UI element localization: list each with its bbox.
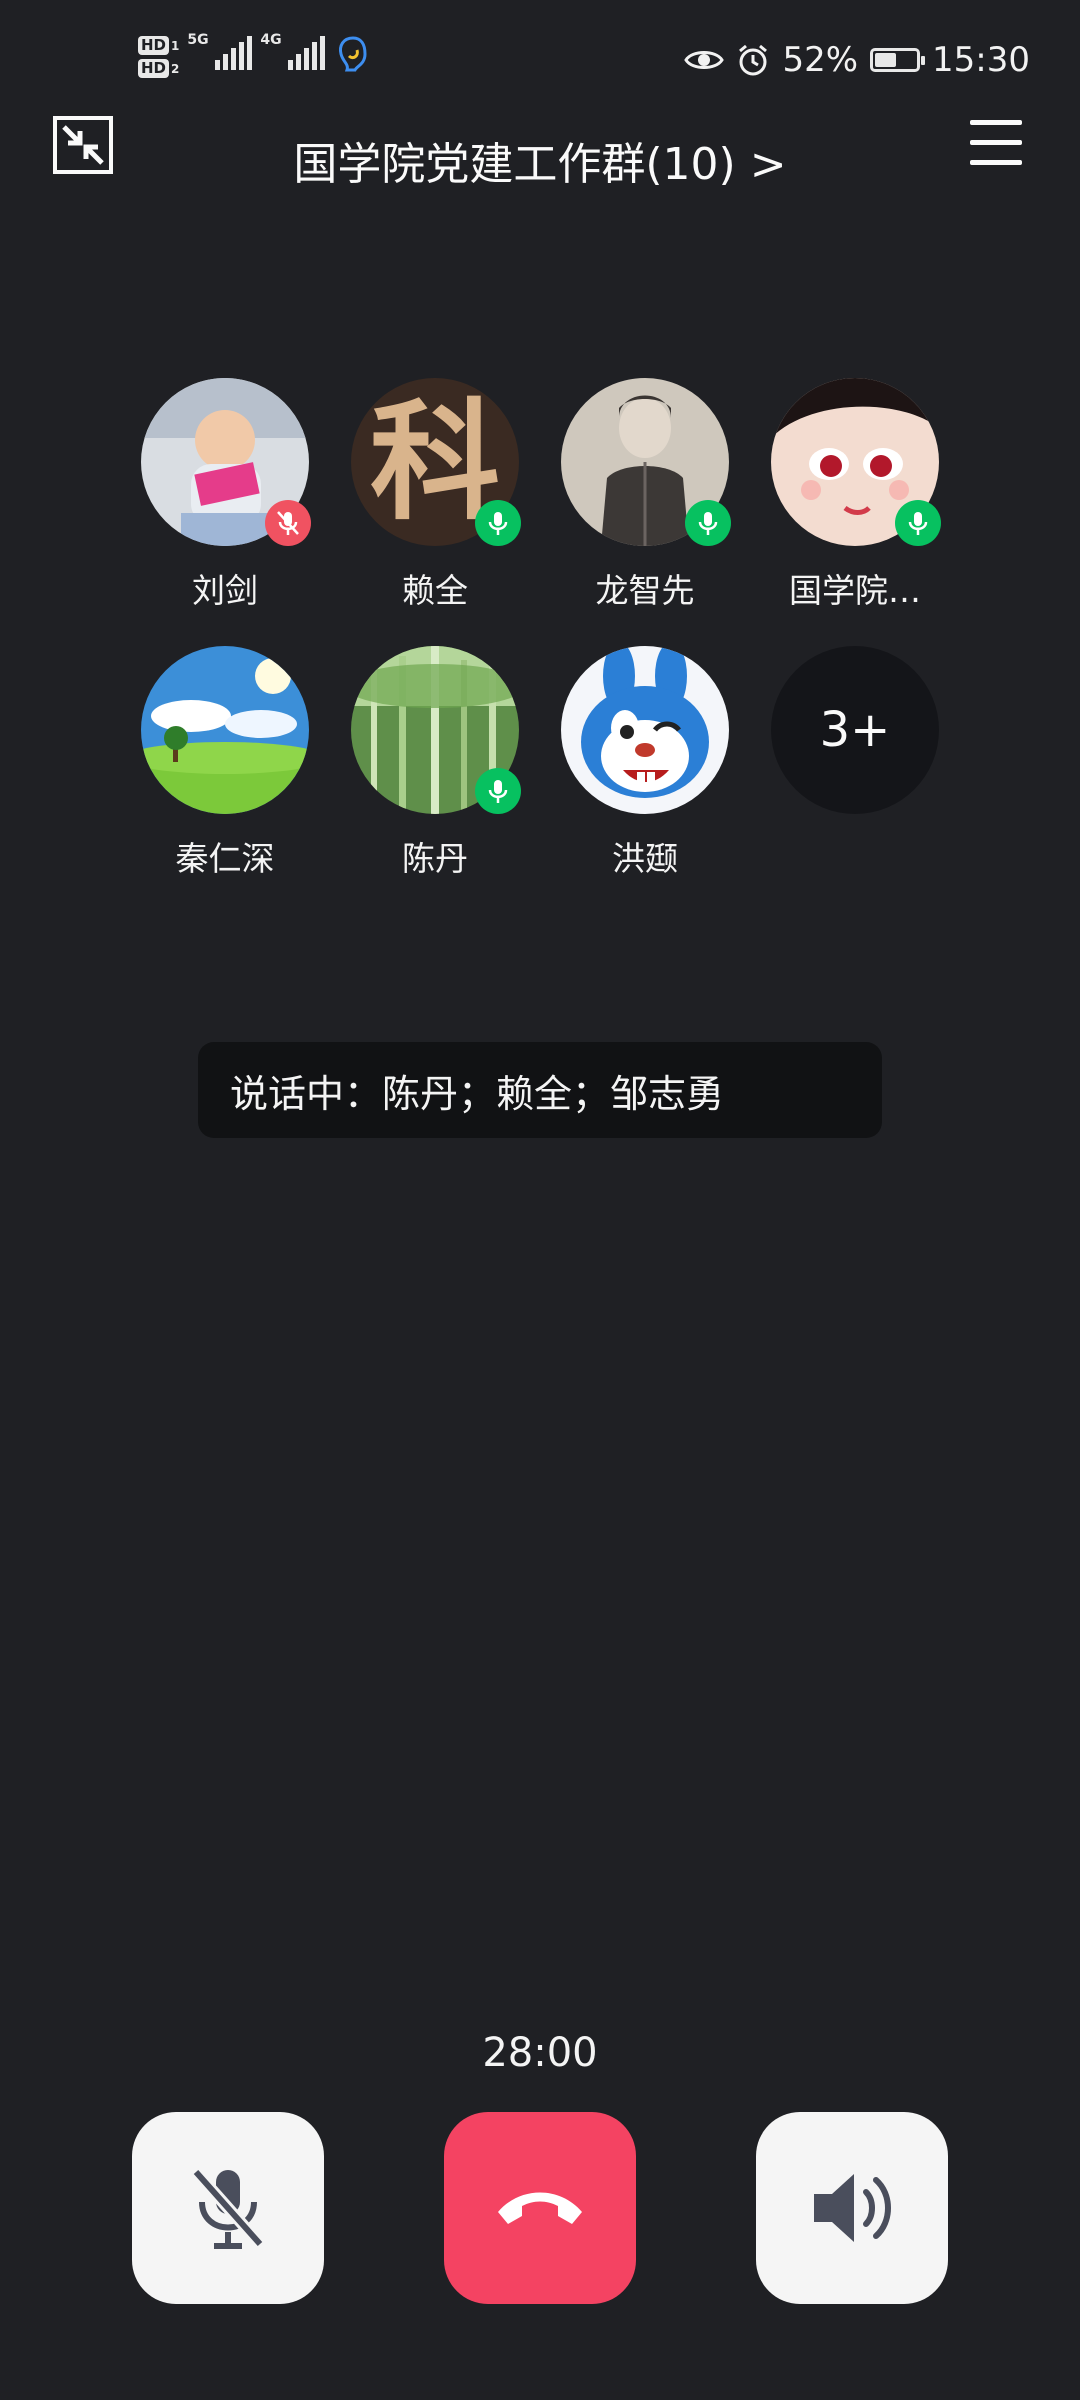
- mute-button[interactable]: [132, 2112, 324, 2304]
- mic-icon: [488, 512, 508, 535]
- group-title[interactable]: 国学院党建工作群(10) >: [0, 128, 1080, 192]
- mic-on-badge: [685, 500, 731, 546]
- participant-name: 秦仁深: [175, 839, 275, 878]
- status-right: 52% 15:30: [684, 40, 1030, 80]
- more-participants-button[interactable]: 3+: [750, 646, 960, 814]
- speaking-banner: 说话中：陈丹；赖全；邹志勇: [198, 1042, 882, 1138]
- signal-5g-icon: 5G: [187, 32, 253, 70]
- battery-fill: [875, 53, 897, 67]
- participant-name: 陈丹: [402, 839, 468, 878]
- hd2-badge: HD: [138, 59, 170, 78]
- mic-on-badge: [475, 500, 521, 546]
- battery-percent: 52%: [782, 40, 859, 80]
- speaker-button[interactable]: [756, 2112, 948, 2304]
- clock: 15:30: [932, 40, 1030, 80]
- participant-hongting[interactable]: 洪颋: [540, 646, 750, 880]
- signal-4g-icon: 4G: [260, 32, 326, 70]
- chevron-right-icon: >: [749, 139, 787, 190]
- avatar: 科: [351, 378, 521, 546]
- participant-guoxueyuan[interactable]: 国学院…: [750, 378, 960, 612]
- participant-name: 赖全: [402, 571, 468, 610]
- participant-qinrenshen[interactable]: 秦仁深: [120, 646, 330, 880]
- alarm-icon: [739, 44, 768, 76]
- participant-name: 国学院…: [789, 571, 921, 610]
- mic-on-badge: [895, 500, 941, 546]
- participant-laiquan[interactable]: 科 赖全: [330, 378, 540, 612]
- status-left: HD 1 HD 2 5G 4G: [138, 32, 371, 78]
- call-timer: 28:00: [482, 2030, 598, 2076]
- menu-icon: [970, 120, 1022, 125]
- mic-off-icon: [277, 511, 299, 535]
- hang-up-icon: [498, 2192, 582, 2224]
- hang-up-button[interactable]: [444, 2112, 636, 2304]
- participant-name: 刘剑: [192, 571, 258, 610]
- avatar: [771, 378, 941, 546]
- participant-chendan[interactable]: 陈丹: [330, 646, 540, 880]
- mic-icon: [488, 780, 508, 803]
- participant-longzhixian[interactable]: 龙智先: [540, 378, 750, 612]
- hd1-badge: HD: [138, 36, 170, 55]
- mic-off-icon: [191, 2168, 265, 2249]
- avatar: [561, 378, 731, 546]
- speaker-icon: [814, 2174, 891, 2242]
- mic-icon: [698, 512, 718, 535]
- mic-on-badge: [475, 768, 521, 814]
- call-header: 国学院党建工作群(10) >: [0, 110, 1080, 200]
- avatar: [141, 378, 311, 546]
- avatar: [141, 646, 309, 814]
- eye-icon: [684, 51, 725, 69]
- participant-liujian[interactable]: 刘剑: [120, 378, 330, 612]
- avatar: [561, 646, 729, 814]
- avatar: [351, 646, 521, 814]
- participant-name: 洪颋: [612, 839, 678, 878]
- speaking-text: 说话中：陈丹；赖全；邹志勇: [230, 1071, 725, 1116]
- menu-button[interactable]: [970, 120, 1022, 168]
- participant-name: 龙智先: [595, 571, 695, 610]
- battery-icon: [870, 48, 926, 72]
- mic-off-badge: [265, 500, 311, 546]
- assistant-icon: [339, 36, 367, 72]
- more-count: 3+: [771, 646, 939, 814]
- mic-icon: [908, 512, 928, 535]
